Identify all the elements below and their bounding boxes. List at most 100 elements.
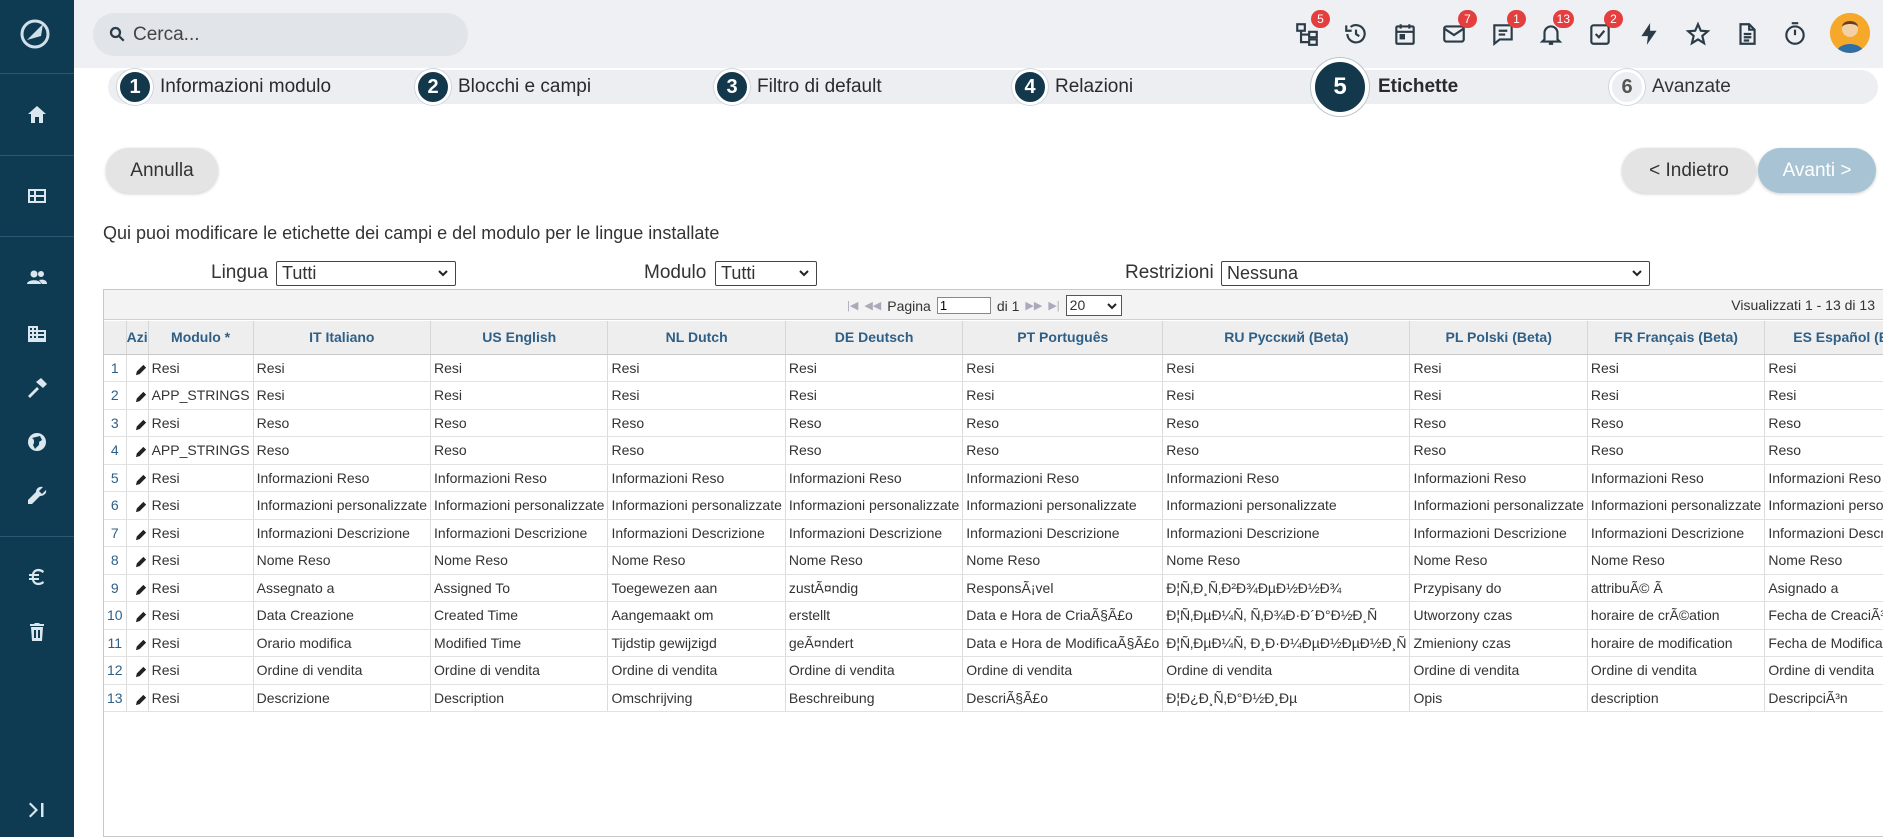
pencil-icon[interactable] (135, 445, 148, 458)
step-4[interactable]: 4 Relazioni (1012, 67, 1133, 107)
edit-action-cell[interactable] (126, 436, 149, 465)
step-5-active[interactable]: 5 Etichette (1311, 57, 1458, 117)
edit-action-cell[interactable] (126, 574, 149, 602)
history-icon[interactable] (1341, 19, 1371, 49)
last-page-icon[interactable]: ▶| (1048, 299, 1059, 312)
table-row[interactable]: 11 Resi Orario modifica Modified Time Tijdst… (104, 629, 1883, 657)
column-header[interactable]: DE Deutsch (785, 321, 964, 355)
table-row[interactable]: 6 Resi Informazioni personalizzate Informaz… (104, 491, 1883, 520)
edit-action-cell[interactable] (126, 491, 149, 520)
expand-sidebar-icon[interactable] (0, 785, 74, 835)
pencil-icon[interactable] (135, 363, 148, 376)
label-cell: Resi (1162, 354, 1411, 382)
edit-action-cell[interactable] (126, 381, 149, 410)
bell-icon[interactable]: 13 (1536, 10, 1574, 49)
edit-action-cell[interactable] (126, 464, 149, 492)
step-6[interactable]: 6 Avanzate (1609, 67, 1731, 107)
tasks-icon[interactable]: 2 (1585, 10, 1623, 49)
restrictions-select[interactable]: Nessuna (1221, 261, 1650, 286)
pencil-icon[interactable] (135, 665, 148, 678)
label-cell: Fecha de ModificaciÃ³n (1764, 629, 1883, 657)
table-row[interactable]: 13 Resi Descrizione Description Omschrijving… (104, 684, 1883, 712)
sitemap-icon[interactable]: 5 (1292, 10, 1330, 49)
language-select[interactable]: Tutti (276, 261, 456, 286)
pencil-icon[interactable] (135, 528, 148, 541)
table-row[interactable]: 5 Resi Informazioni Reso Informazioni Reso I… (104, 464, 1883, 492)
edit-action-cell[interactable] (126, 601, 149, 630)
column-header[interactable]: Azi (126, 321, 149, 355)
label-cell: Ordine di vendita (1162, 656, 1411, 685)
grid-icon[interactable] (0, 156, 74, 236)
column-header[interactable]: PL Polski (Beta) (1409, 321, 1588, 355)
label-cell: DescriÃ§Ã£o (962, 684, 1164, 712)
next-page-icon[interactable]: ▶▶ (1025, 299, 1042, 312)
column-header[interactable]: NL Dutch (607, 321, 786, 355)
column-header[interactable]: Modulo * (148, 321, 254, 355)
prev-page-icon[interactable]: ◀◀ (864, 299, 881, 312)
pencil-icon[interactable] (135, 473, 148, 486)
wrench-icon[interactable] (0, 456, 74, 536)
table-row[interactable]: 10 Resi Data Creazione Created Time Aangemaa… (104, 601, 1883, 630)
table-row[interactable]: 7 Resi Informazioni Descrizione Informazion… (104, 519, 1883, 547)
page-input[interactable] (936, 297, 991, 314)
module-select[interactable]: Tutti (715, 261, 817, 286)
cancel-button[interactable]: Annulla (106, 148, 218, 193)
column-header[interactable]: US English (430, 321, 609, 355)
table-row[interactable]: 1 Resi Resi Resi Resi Resi Resi Resi Resi Resi Res… (104, 354, 1883, 382)
next-button[interactable]: Avanti > (1758, 148, 1876, 193)
label-cell: Informazioni personalizzate (430, 491, 609, 520)
table-row[interactable]: 9 Resi Assegnato a Assigned To Toegewezen aa… (104, 574, 1883, 602)
pencil-icon[interactable] (135, 500, 148, 513)
column-header[interactable]: IT Italiano (253, 321, 432, 355)
label-cell: Nome Reso (1409, 546, 1588, 575)
first-page-icon[interactable]: |◀ (847, 299, 858, 312)
label-cell: Resi (430, 381, 609, 410)
column-header[interactable]: ES Español (Beta) (1764, 321, 1883, 355)
timer-icon[interactable] (1780, 19, 1810, 49)
star-icon[interactable] (1683, 19, 1713, 49)
search-box[interactable] (93, 13, 468, 56)
label-cell: Resi (1764, 354, 1883, 382)
step-3[interactable]: 3 Filtro di default (714, 67, 882, 107)
pencil-icon[interactable] (135, 583, 148, 596)
edit-action-cell[interactable] (126, 546, 149, 575)
pencil-icon[interactable] (135, 610, 148, 623)
rows-per-page-select[interactable]: 20 (1065, 295, 1122, 316)
column-header[interactable]: FR Français (Beta) (1587, 321, 1766, 355)
back-button[interactable]: < Indietro (1622, 148, 1756, 193)
edit-action-cell[interactable] (126, 629, 149, 657)
avatar[interactable] (1830, 13, 1870, 53)
column-header[interactable]: PT Português (962, 321, 1164, 355)
home-icon[interactable] (0, 75, 74, 155)
edit-action-cell[interactable] (126, 354, 149, 382)
pencil-icon[interactable] (135, 418, 148, 431)
label-cell: Informazioni personalizzate (962, 491, 1164, 520)
edit-action-cell[interactable] (126, 684, 149, 712)
lightning-icon[interactable] (1634, 19, 1664, 49)
edit-action-cell[interactable] (126, 519, 149, 547)
table-row[interactable]: 2 APP_STRINGS Resi Resi Resi Resi Resi Resi Resi… (104, 381, 1883, 410)
document-icon[interactable] (1732, 19, 1762, 49)
app-logo[interactable] (17, 16, 53, 52)
table-row[interactable]: 8 Resi Nome Reso Nome Reso Nome Reso Nome Res… (104, 546, 1883, 575)
label-cell: Nome Reso (785, 546, 964, 575)
column-header[interactable]: RU Русский (Beta) (1162, 321, 1411, 355)
search-input[interactable] (133, 21, 453, 48)
pencil-icon[interactable] (135, 555, 148, 568)
label-cell: Informazioni Descrizione (253, 519, 432, 547)
language-select-value: Tutti (282, 263, 317, 283)
step-2[interactable]: 2 Blocchi e campi (415, 67, 591, 107)
trash-icon[interactable] (0, 592, 74, 672)
table-row[interactable]: 4 APP_STRINGS Reso Reso Reso Reso Reso Reso Reso… (104, 436, 1883, 465)
table-row[interactable]: 12 Resi Ordine di vendita Ordine di vendita… (104, 656, 1883, 685)
pencil-icon[interactable] (135, 693, 148, 706)
pencil-icon[interactable] (135, 638, 148, 651)
calendar-icon[interactable] (1390, 19, 1420, 49)
step-1[interactable]: 1 Informazioni modulo (117, 67, 331, 107)
mail-icon[interactable]: 7 (1439, 10, 1477, 49)
edit-action-cell[interactable] (126, 656, 149, 685)
pencil-icon[interactable] (135, 390, 148, 403)
chat-icon[interactable]: 1 (1488, 10, 1526, 49)
edit-action-cell[interactable] (126, 409, 149, 437)
table-row[interactable]: 3 Resi Reso Reso Reso Reso Reso Reso Reso Reso Res… (104, 409, 1883, 437)
